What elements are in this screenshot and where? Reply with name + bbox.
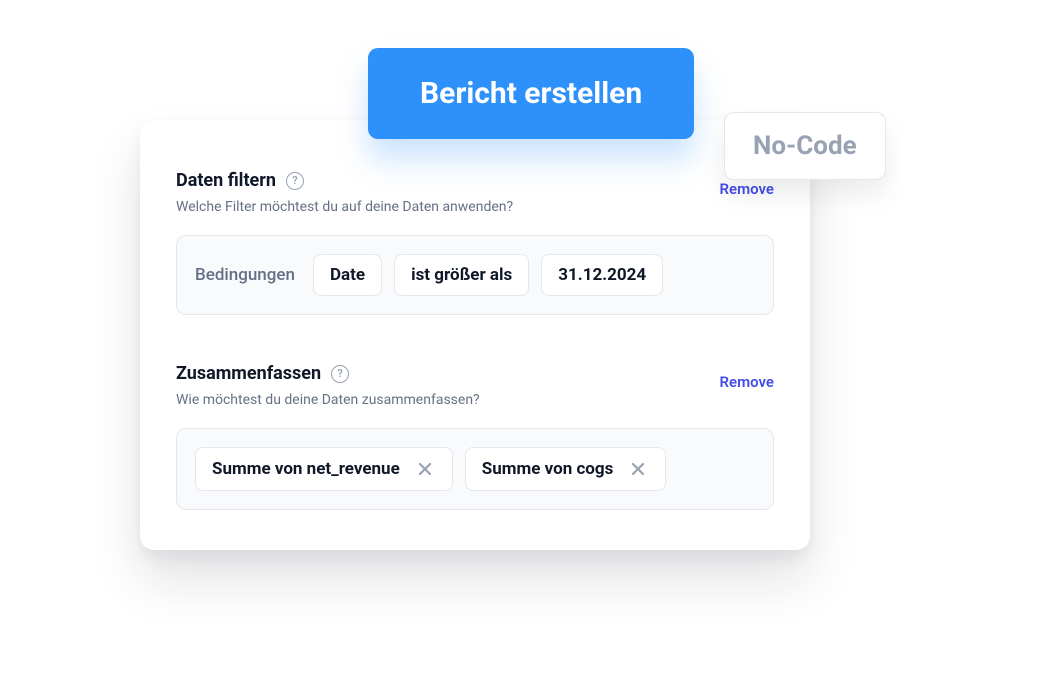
filter-field-chip[interactable]: Date xyxy=(313,254,382,296)
summarize-section-header: Zusammenfassen ? Wie möchtest du deine D… xyxy=(176,363,774,428)
no-code-badge: No-Code xyxy=(724,112,886,180)
summarize-section-subtitle: Wie möchtest du deine Daten zusammenfass… xyxy=(176,392,480,408)
no-code-badge-text: No-Code xyxy=(753,131,857,161)
conditions-label: Bedingungen xyxy=(195,265,295,285)
filter-remove-link[interactable]: Remove xyxy=(720,180,775,198)
aggregation-chip[interactable]: Summe von net_revenue xyxy=(195,447,453,491)
summarize-remove-link[interactable]: Remove xyxy=(720,373,775,391)
aggregation-chip-text: Summe von net_revenue xyxy=(212,459,400,479)
filter-section-header: Daten filtern ? Welche Filter möchtest d… xyxy=(176,170,774,235)
filter-section-title: Daten filtern xyxy=(176,170,276,191)
aggregation-chip[interactable]: Summe von cogs xyxy=(465,447,667,491)
close-icon[interactable] xyxy=(414,458,436,480)
filter-field-chip-text: Date xyxy=(330,265,365,285)
filter-operator-chip-text: ist größer als xyxy=(411,265,512,285)
close-icon[interactable] xyxy=(627,458,649,480)
create-report-banner-text: Bericht erstellen xyxy=(420,76,642,111)
filter-operator-chip[interactable]: ist größer als xyxy=(394,254,529,296)
filter-value-chip[interactable]: 31.12.2024 xyxy=(541,254,663,296)
filter-section-subtitle: Welche Filter möchtest du auf deine Date… xyxy=(176,199,513,215)
filter-conditions-container: Bedingungen Date ist größer als 31.12.20… xyxy=(176,235,774,315)
aggregation-chip-text: Summe von cogs xyxy=(482,459,614,479)
help-icon[interactable]: ? xyxy=(286,172,304,190)
help-icon[interactable]: ? xyxy=(331,365,349,383)
summarize-section: Zusammenfassen ? Wie möchtest du deine D… xyxy=(176,363,774,510)
filter-value-chip-text: 31.12.2024 xyxy=(558,265,646,285)
filter-section: Daten filtern ? Welche Filter möchtest d… xyxy=(176,170,774,315)
report-builder-card: Daten filtern ? Welche Filter möchtest d… xyxy=(140,120,810,550)
summarize-section-title: Zusammenfassen xyxy=(176,363,321,384)
summarize-aggregations-container: Summe von net_revenue Summe von cogs xyxy=(176,428,774,510)
create-report-banner: Bericht erstellen xyxy=(368,48,694,139)
